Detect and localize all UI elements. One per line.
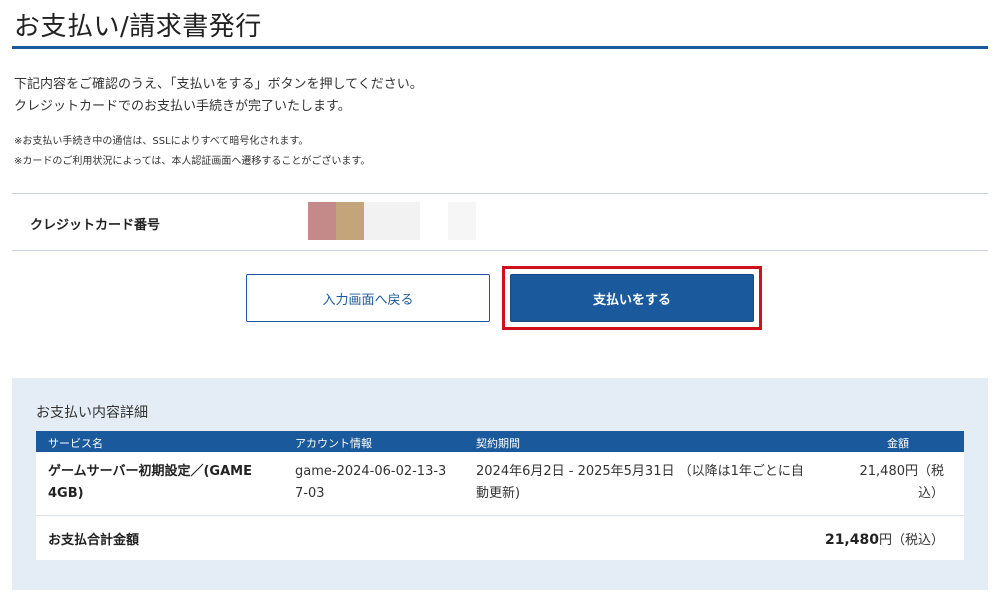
column-header-service: サービス名 bbox=[48, 437, 103, 450]
column-header-account: アカウント情報 bbox=[295, 437, 372, 450]
payment-details-panel: お支払い内容詳細 サービス名 アカウント情報 契約期間 金額 ゲームサーバー初期… bbox=[12, 378, 988, 590]
mask-block bbox=[336, 202, 364, 240]
payment-details-table: サービス名 アカウント情報 契約期間 金額 ゲームサーバー初期設定／(GAME … bbox=[36, 431, 964, 560]
credit-card-number-masked bbox=[308, 202, 476, 240]
total-amount-suffix: 円（税込） bbox=[878, 533, 944, 548]
total-label: お支払合計金額 bbox=[48, 533, 140, 548]
back-to-input-button[interactable]: 入力画面へ戻る bbox=[246, 274, 490, 322]
service-name: ゲームサーバー初期設定／(GAME 4GB) bbox=[48, 461, 252, 505]
total-row: お支払合計金額 21,480円（税込） bbox=[36, 516, 964, 560]
page-title: お支払い/請求書発行 bbox=[14, 12, 262, 42]
total-amount: 21,480円（税込） bbox=[825, 529, 944, 548]
column-header-period: 契約期間 bbox=[476, 437, 520, 450]
note-line: ※カードのご利用状況によっては、本人認証画面へ遷移することがございます。 bbox=[14, 156, 371, 167]
pay-button[interactable]: 支払いをする bbox=[510, 274, 754, 322]
service-name-line: 4GB) bbox=[48, 486, 84, 501]
contract-period: 2024年6月2日 - 2025年5月31日 （以降は1年ごとに自 動更新) bbox=[476, 461, 804, 505]
intro-text: 下記内容をご確認のうえ、「支払いをする」ボタンを押してください。 クレジットカー… bbox=[14, 74, 423, 118]
account-info-line: 7-03 bbox=[295, 486, 325, 501]
payment-details-title: お支払い内容詳細 bbox=[36, 405, 148, 421]
table-row: ゲームサーバー初期設定／(GAME 4GB) game-2024-06-02-1… bbox=[36, 452, 964, 516]
column-header-amount: 金額 bbox=[887, 437, 909, 450]
note-line: ※お支払い手続き中の通信は、SSLによりすべて暗号化されます。 bbox=[14, 136, 309, 147]
mask-block bbox=[308, 202, 336, 240]
account-info: game-2024-06-02-13-3 7-03 bbox=[295, 461, 446, 505]
amount-line: 込） bbox=[917, 486, 944, 501]
amount-line: 21,480円（税 bbox=[859, 464, 945, 479]
credit-card-row: クレジットカード番号 bbox=[12, 193, 988, 251]
intro-line: 下記内容をご確認のうえ、「支払いをする」ボタンを押してください。 bbox=[14, 77, 423, 92]
table-header: サービス名 アカウント情報 契約期間 金額 bbox=[36, 431, 964, 452]
mask-gap bbox=[420, 202, 448, 240]
contract-period-line: 2024年6月2日 - 2025年5月31日 （以降は1年ごとに自 bbox=[476, 464, 804, 479]
credit-card-label: クレジットカード番号 bbox=[30, 218, 161, 233]
mask-block bbox=[364, 202, 420, 240]
service-name-line: ゲームサーバー初期設定／(GAME bbox=[48, 464, 252, 479]
title-divider bbox=[12, 46, 988, 49]
amount: 21,480円（税 込） bbox=[860, 461, 945, 505]
contract-period-line: 動更新) bbox=[476, 486, 521, 501]
total-amount-value: 21,480 bbox=[824, 532, 879, 548]
mask-block bbox=[448, 202, 476, 240]
intro-line: クレジットカードでのお支払い手続きが完了いたします。 bbox=[14, 99, 351, 114]
account-info-line: game-2024-06-02-13-3 bbox=[295, 464, 447, 479]
notes: ※お支払い手続き中の通信は、SSLによりすべて暗号化されます。 ※カードのご利用… bbox=[14, 132, 370, 172]
